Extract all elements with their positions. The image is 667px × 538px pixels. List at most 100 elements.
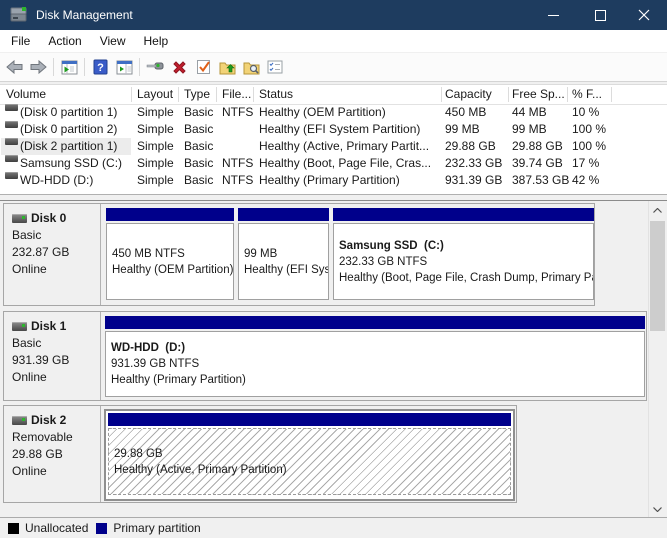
cell-file: NTFS [222, 155, 253, 172]
column-divider[interactable] [178, 87, 179, 102]
cell-status: Healthy (Active, Primary Partit... [259, 138, 429, 155]
disk-management-app-icon [10, 7, 28, 26]
disk-type: Basic [12, 227, 100, 244]
partition-color-bar [106, 208, 234, 221]
volume-row[interactable]: WD-HDD (D:) Simple Basic NTFS Healthy (P… [0, 172, 667, 189]
disk-name: Disk 1 [31, 318, 66, 335]
menu-help[interactable]: Help [135, 30, 178, 52]
check-document-icon [196, 59, 211, 75]
console-tree-button[interactable] [58, 56, 80, 78]
column-header-layout[interactable]: Layout [137, 86, 173, 103]
column-divider[interactable] [508, 87, 509, 102]
scroll-up-button[interactable] [649, 201, 666, 219]
column-header-status[interactable]: Status [259, 86, 293, 103]
maximize-icon [595, 10, 606, 21]
back-icon [6, 60, 23, 74]
cell-type: Basic [184, 172, 213, 189]
close-button[interactable] [621, 0, 667, 30]
action-pane-button[interactable] [113, 56, 135, 78]
column-divider[interactable] [216, 87, 217, 102]
legend-bar: Unallocated Primary partition [0, 517, 667, 538]
disk-type: Basic [12, 335, 100, 352]
column-divider[interactable] [567, 87, 568, 102]
scroll-down-button[interactable] [649, 500, 666, 518]
cell-capacity: 99 MB [445, 121, 480, 138]
column-header-capacity[interactable]: Capacity [445, 86, 492, 103]
cell-layout: Simple [137, 104, 174, 121]
help-button[interactable]: ? [89, 56, 111, 78]
cell-layout: Simple [137, 138, 174, 155]
pointer-tool-icon [146, 60, 164, 74]
column-header-file[interactable]: File... [222, 86, 251, 103]
check-document-button[interactable] [192, 56, 214, 78]
disk-size: 29.88 GB [12, 446, 100, 463]
partition-health: Healthy (Primary Partition) [111, 372, 644, 388]
disk0-partition3-samsung-ssd[interactable]: Samsung SSD (C:) 232.33 GB NTFS Healthy … [333, 208, 594, 300]
column-divider[interactable] [253, 87, 254, 102]
back-button[interactable] [3, 56, 25, 78]
cell-free: 387.53 GB [512, 172, 569, 189]
column-divider[interactable] [441, 87, 442, 102]
cell-volume: (Disk 2 partition 1) [20, 138, 117, 155]
delete-button[interactable] [168, 56, 190, 78]
forward-button[interactable] [27, 56, 49, 78]
volume-list-header: Volume Layout Type File... Status Capaci… [0, 85, 667, 105]
disk2-label[interactable]: Disk 2 Removable 29.88 GB Online [4, 406, 101, 502]
action-pane-icon [116, 60, 133, 75]
cell-volume: (Disk 0 partition 1) [20, 104, 117, 121]
volume-icon [5, 138, 18, 145]
maximize-button[interactable] [577, 0, 623, 30]
column-header-volume[interactable]: Volume [6, 86, 46, 103]
toolbar: ? [0, 53, 667, 82]
menu-file[interactable]: File [2, 30, 39, 52]
vertical-scrollbar[interactable] [648, 201, 666, 518]
pointer-tool-button[interactable] [144, 56, 166, 78]
column-divider[interactable] [611, 87, 612, 102]
minimize-button[interactable] [530, 0, 576, 30]
partition-size: 450 MB NTFS [112, 246, 233, 262]
column-header-type[interactable]: Type [184, 86, 210, 103]
primary-partition-swatch [96, 523, 107, 534]
scrollbar-thumb[interactable] [650, 221, 665, 331]
disk-type: Removable [12, 429, 100, 446]
disk-status: Online [12, 261, 100, 278]
toolbar-separator [53, 58, 54, 76]
menu-view[interactable]: View [91, 30, 135, 52]
cell-pct: 100 % [572, 138, 606, 155]
disk-status: Online [12, 463, 100, 480]
column-divider[interactable] [131, 87, 132, 102]
disk0-partition2[interactable]: 99 MB Healthy (EFI System Partition) [238, 208, 329, 300]
partition-color-bar [105, 316, 645, 329]
volume-row[interactable]: Samsung SSD (C:) Simple Basic NTFS Healt… [0, 155, 667, 172]
window-title: Disk Management [36, 8, 133, 22]
column-header-free[interactable]: Free Sp... [512, 86, 565, 103]
cell-layout: Simple [137, 172, 174, 189]
folder-search-button[interactable] [240, 56, 262, 78]
partition-health: Healthy (Active, Primary Partition) [114, 462, 510, 478]
cell-volume: (Disk 0 partition 2) [20, 121, 117, 138]
toolbar-separator [139, 58, 140, 76]
column-header-pct[interactable]: % F... [572, 86, 602, 103]
close-icon [638, 9, 650, 21]
disk-icon [12, 214, 27, 223]
disk0-partition1[interactable]: 450 MB NTFS Healthy (OEM Partition) [106, 208, 234, 300]
cell-status: Healthy (Boot, Page File, Cras... [259, 155, 431, 172]
partition-title: WD-HDD (D:) [111, 340, 644, 356]
disk-icon [12, 416, 27, 425]
cell-pct: 10 % [572, 104, 599, 121]
disk1-partition1-wd-hdd[interactable]: WD-HDD (D:) 931.39 GB NTFS Healthy (Prim… [105, 316, 645, 397]
disk2-partition1-selected[interactable]: 29.88 GB Healthy (Active, Primary Partit… [104, 409, 515, 501]
partition-color-bar [108, 413, 511, 426]
disk-status: Online [12, 369, 100, 386]
disk0-label[interactable]: Disk 0 Basic 232.87 GB Online [4, 204, 101, 305]
folder-up-button[interactable] [216, 56, 238, 78]
volume-row[interactable]: (Disk 0 partition 1) Simple Basic NTFS H… [0, 104, 667, 121]
disk1-label[interactable]: Disk 1 Basic 931.39 GB Online [4, 312, 101, 400]
checklist-button[interactable] [264, 56, 286, 78]
partition-size: 232.33 GB NTFS [339, 254, 593, 270]
disk-management-window: Disk Management File Action View Help [0, 0, 667, 538]
volume-row[interactable]: (Disk 0 partition 2) Simple Basic Health… [0, 121, 667, 138]
menu-action[interactable]: Action [39, 30, 90, 52]
disk-name: Disk 2 [31, 412, 66, 429]
volume-row-selected[interactable]: (Disk 2 partition 1) Simple Basic Health… [0, 138, 667, 155]
